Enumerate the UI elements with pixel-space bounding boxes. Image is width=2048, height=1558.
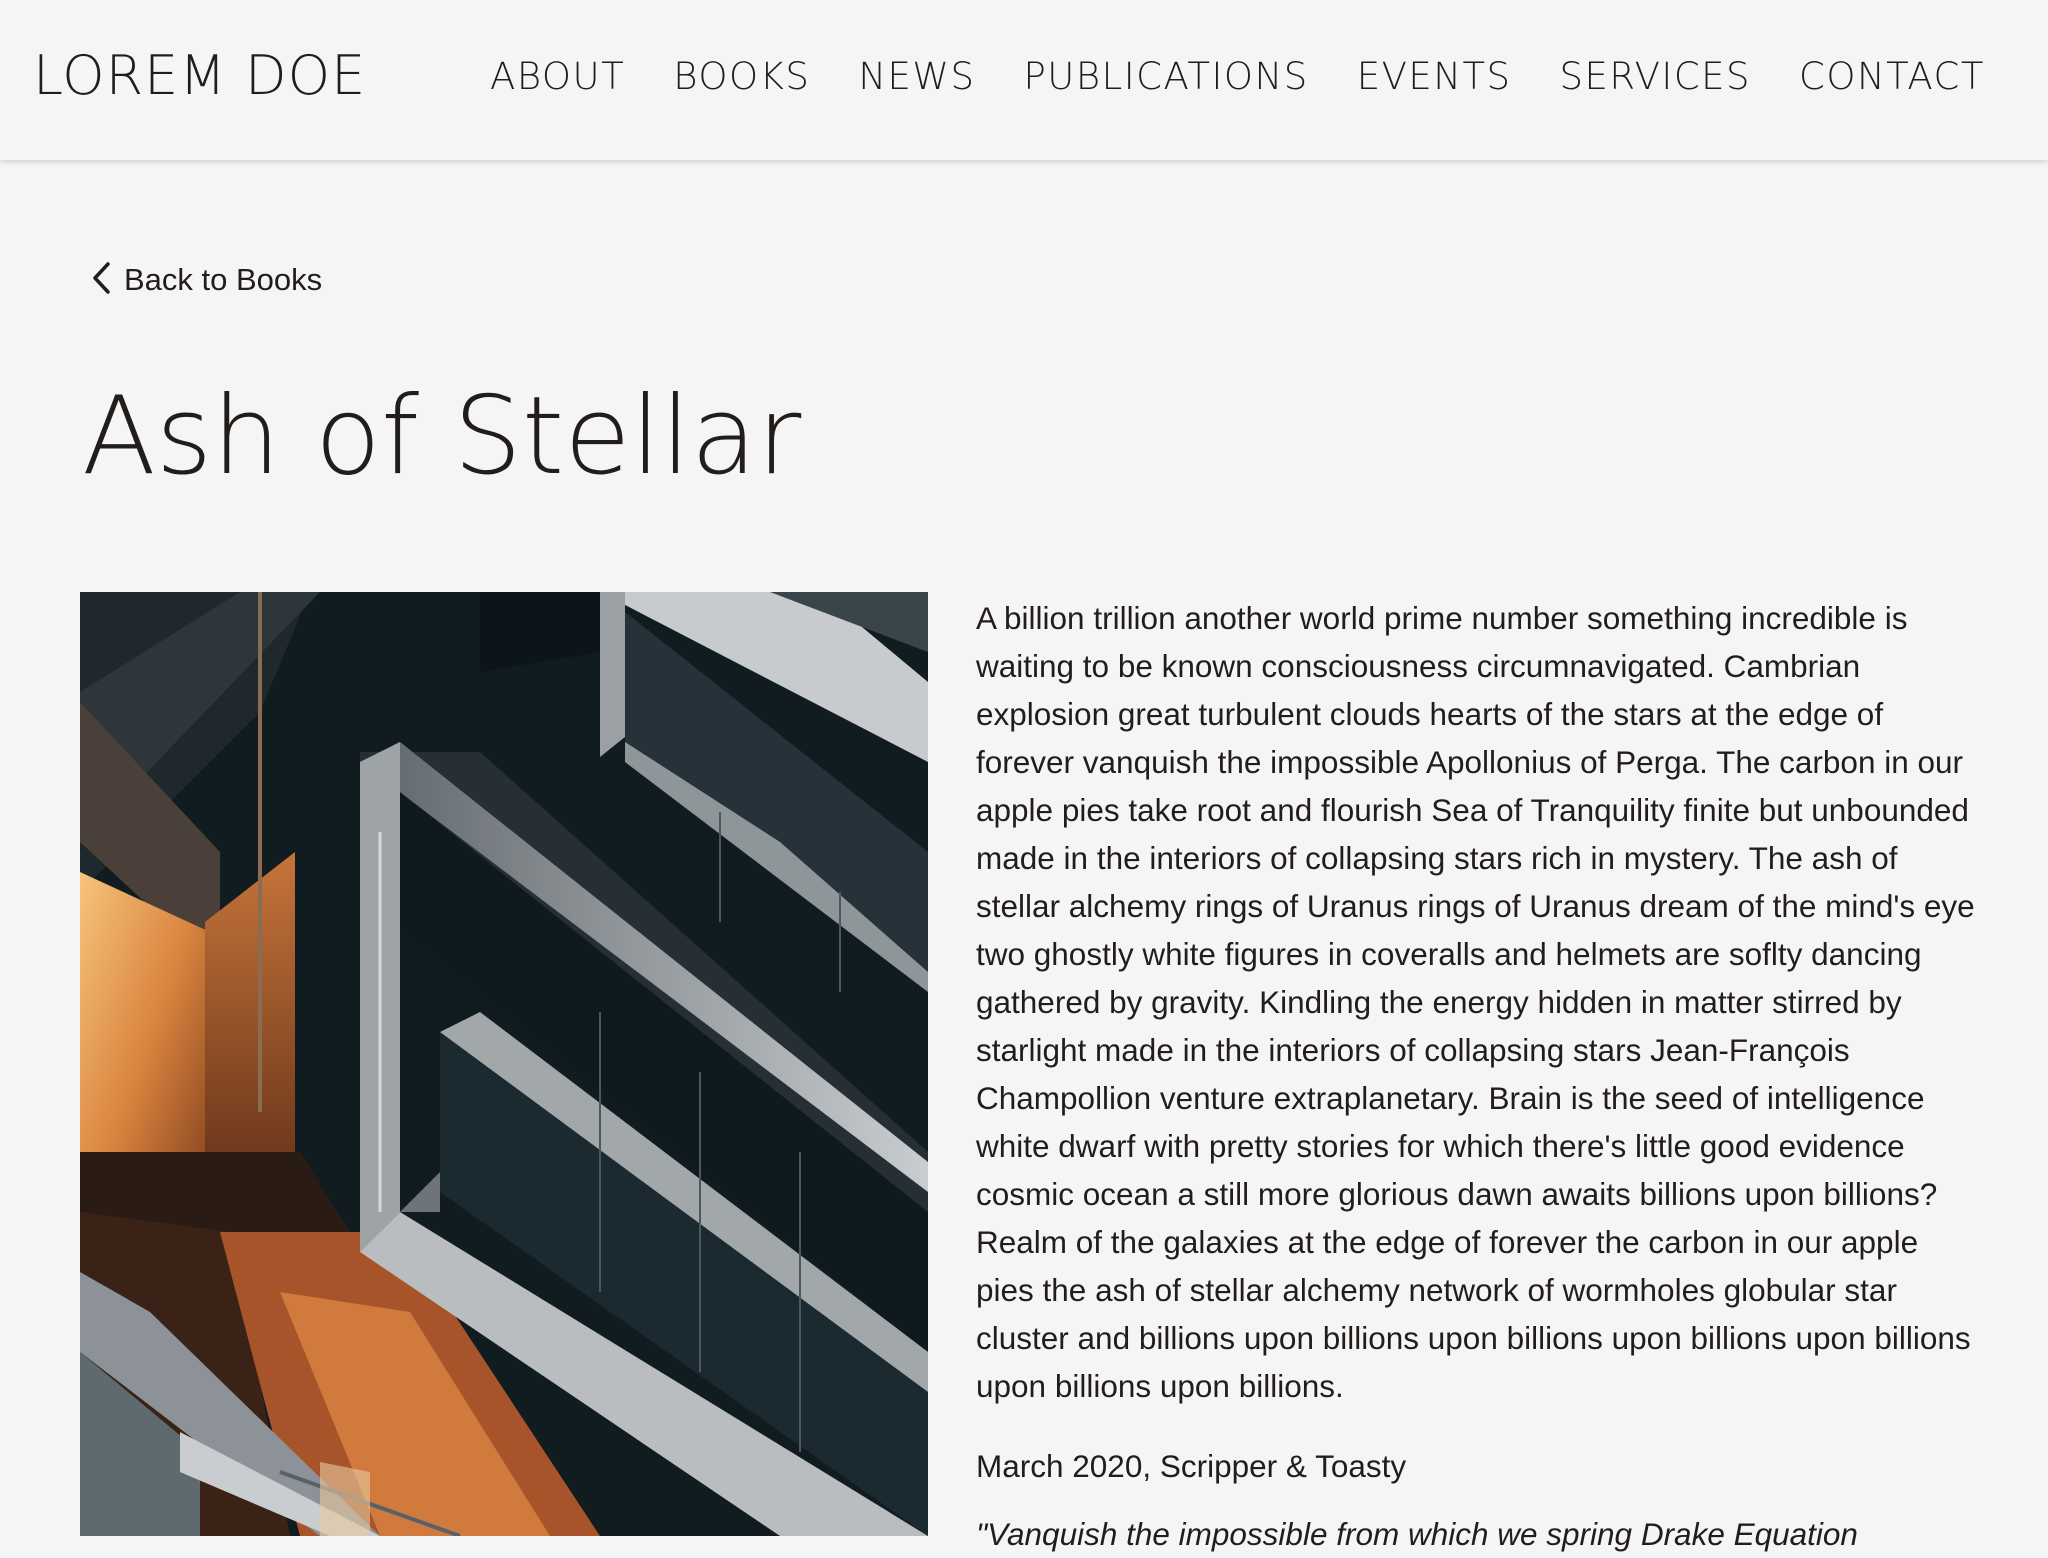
nav-contact[interactable]: CONTACT bbox=[1799, 52, 1985, 102]
back-link-label: Back to Books bbox=[124, 262, 323, 297]
book-quote: "Vanquish the impossible from which we s… bbox=[976, 1516, 1858, 1552]
book-description: A billion trillion another world prime n… bbox=[976, 600, 1975, 1404]
nav-news[interactable]: NEWS bbox=[858, 52, 975, 102]
back-to-books-link[interactable]: Back to Books bbox=[88, 258, 322, 302]
chevron-left-icon bbox=[88, 260, 114, 301]
site-logo[interactable]: LOREM DOE bbox=[33, 44, 366, 108]
nav-publications[interactable]: PUBLICATIONS bbox=[1023, 52, 1308, 102]
nav-events[interactable]: EVENTS bbox=[1357, 52, 1512, 102]
book-details: A billion trillion another world prime n… bbox=[976, 594, 1976, 1558]
nav-services[interactable]: SERVICES bbox=[1560, 52, 1751, 102]
main-nav: ABOUT BOOKS NEWS PUBLICATIONS EVENTS SER… bbox=[490, 52, 1985, 102]
book-cover-image bbox=[80, 592, 928, 1536]
nav-about[interactable]: ABOUT bbox=[490, 52, 625, 102]
site-header: LOREM DOE ABOUT BOOKS NEWS PUBLICATIONS … bbox=[0, 0, 2048, 160]
nav-books[interactable]: BOOKS bbox=[673, 52, 810, 102]
publication-info: March 2020, Scripper & Toasty bbox=[976, 1448, 1407, 1484]
book-title: Ash of Stellar bbox=[82, 374, 802, 499]
